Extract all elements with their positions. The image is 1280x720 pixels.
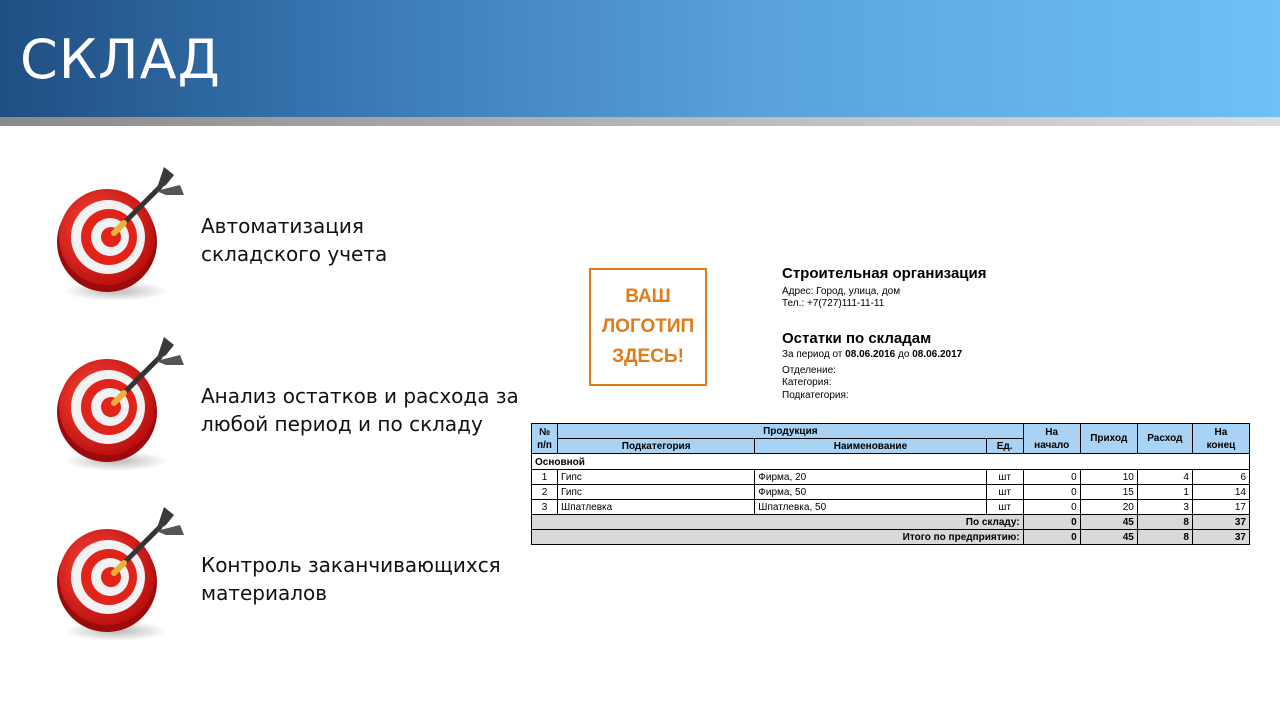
cell-start: 0 bbox=[1022, 499, 1081, 515]
cell-unit: шт bbox=[985, 469, 1024, 485]
total-start: 0 bbox=[1022, 529, 1081, 545]
cell-expense: 3 bbox=[1136, 499, 1193, 515]
table-row: 2 Гипс Фирма, 50 шт 0 15 1 14 bbox=[530, 484, 1251, 500]
col-num: № п/п bbox=[530, 423, 559, 454]
cell-expense: 1 bbox=[1136, 484, 1193, 500]
filter-category: Категория: bbox=[782, 377, 832, 388]
cell-income: 15 bbox=[1079, 484, 1138, 500]
col-income: Приход bbox=[1079, 423, 1138, 454]
col-end: На конец bbox=[1191, 423, 1251, 454]
warehouse-total-row: По складу: 0 45 8 37 bbox=[531, 514, 1251, 530]
header-divider bbox=[0, 117, 1280, 126]
target-dart-icon bbox=[52, 165, 192, 305]
total-income: 45 bbox=[1079, 514, 1138, 530]
filter-subcategory: Подкатегория: bbox=[782, 390, 849, 401]
cell-income: 20 bbox=[1079, 499, 1138, 515]
cell-subcategory: Гипс bbox=[557, 484, 756, 500]
cell-num: 2 bbox=[530, 484, 559, 500]
org-phone: Тел.: +7(727)111-11-11 bbox=[782, 298, 885, 309]
total-label: Итого по предприятию: bbox=[531, 529, 1024, 545]
total-expense: 8 bbox=[1136, 529, 1193, 545]
total-label: По складу: bbox=[531, 514, 1024, 530]
bullet-text-analysis: Анализ остатков и расхода за любой перио… bbox=[201, 384, 519, 436]
bullet-text-automation: Автоматизация складского учета bbox=[201, 214, 388, 266]
logo-placeholder: ВАШ ЛОГОТИП ЗДЕСЬ! bbox=[589, 268, 707, 386]
total-expense: 8 bbox=[1136, 514, 1193, 530]
total-end: 37 bbox=[1191, 529, 1251, 545]
cell-subcategory: Шпатлевка bbox=[557, 499, 756, 515]
total-income: 45 bbox=[1079, 529, 1138, 545]
company-total-row: Итого по предприятию: 0 45 8 37 bbox=[531, 529, 1251, 545]
stock-report-table: № п/п Продукция На начало Приход Расход … bbox=[530, 423, 1251, 545]
cell-start: 0 bbox=[1022, 484, 1081, 500]
org-address: Адрес: Город, улица, дом bbox=[782, 286, 901, 297]
col-unit: Ед. bbox=[985, 438, 1024, 454]
cell-end: 6 bbox=[1191, 469, 1251, 485]
cell-income: 10 bbox=[1079, 469, 1138, 485]
total-start: 0 bbox=[1022, 514, 1081, 530]
filter-department: Отделение: bbox=[782, 365, 836, 376]
bullet-text-control: Контроль заканчивающихся материалов bbox=[201, 553, 501, 605]
col-subcategory: Подкатегория bbox=[557, 438, 756, 454]
cell-unit: шт bbox=[985, 499, 1024, 515]
col-start: На начало bbox=[1022, 423, 1081, 454]
cell-unit: шт bbox=[985, 484, 1024, 500]
slide-title: СКЛАД bbox=[20, 28, 221, 91]
col-expense: Расход bbox=[1136, 423, 1193, 454]
cell-name: Фирма, 20 bbox=[754, 469, 987, 485]
cell-name: Фирма, 50 bbox=[754, 484, 987, 500]
col-name: Наименование bbox=[754, 438, 987, 454]
report-period: За период от 08.06.2016 до 08.06.2017 bbox=[782, 349, 963, 360]
cell-start: 0 bbox=[1022, 469, 1081, 485]
target-dart-icon bbox=[52, 335, 192, 475]
cell-end: 17 bbox=[1191, 499, 1251, 515]
cell-expense: 4 bbox=[1136, 469, 1193, 485]
cell-end: 14 bbox=[1191, 484, 1251, 500]
col-product: Продукция bbox=[557, 423, 1024, 439]
target-dart-icon bbox=[52, 505, 192, 645]
group-label: Основной bbox=[531, 453, 1250, 470]
cell-num: 1 bbox=[530, 469, 559, 485]
cell-subcategory: Гипс bbox=[557, 469, 756, 485]
cell-name: Шпатлевка, 50 bbox=[754, 499, 987, 515]
table-row: 3 Шпатлевка Шпатлевка, 50 шт 0 20 3 17 bbox=[530, 499, 1251, 515]
cell-num: 3 bbox=[530, 499, 559, 515]
table-row: 1 Гипс Фирма, 20 шт 0 10 4 6 bbox=[530, 469, 1251, 485]
total-end: 37 bbox=[1191, 514, 1251, 530]
report-title: Остатки по складам bbox=[782, 330, 932, 347]
org-name: Строительная организация bbox=[782, 265, 987, 282]
